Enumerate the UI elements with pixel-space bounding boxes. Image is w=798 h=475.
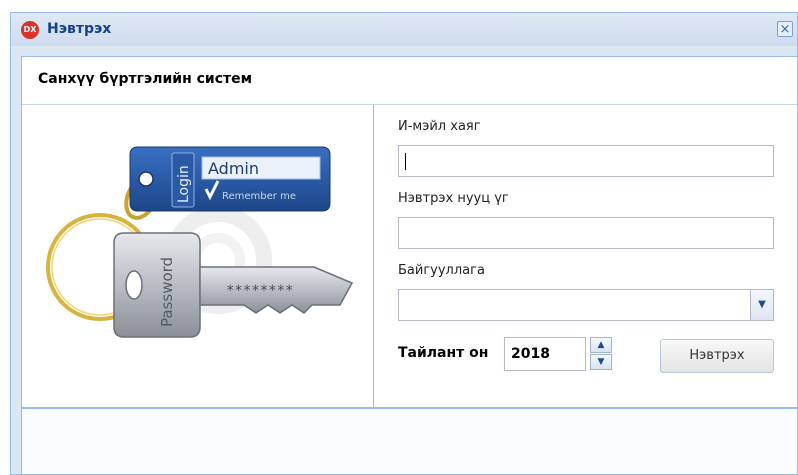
- login-tag-vertical-text: Login: [176, 165, 192, 203]
- chevron-down-icon: ▼: [597, 357, 605, 367]
- year-field[interactable]: 2018: [504, 337, 586, 371]
- year-value: 2018: [511, 346, 550, 362]
- system-title: Санхүү бүртгэлийн систем: [38, 71, 253, 87]
- year-spinner[interactable]: ▲ ▼: [590, 337, 612, 371]
- year-increment-button[interactable]: ▲: [590, 337, 612, 353]
- organization-dropdown-trigger[interactable]: ▼: [750, 290, 773, 320]
- dialog-body: Санхүү бүртгэлийн систем Login Admin Rem…: [21, 56, 797, 474]
- password-field[interactable]: [398, 217, 774, 249]
- chevron-down-icon: ▼: [758, 299, 766, 310]
- key-vertical-text: Password: [158, 257, 176, 327]
- login-tag-remember: Remember me: [222, 191, 296, 202]
- organization-label: Байгууллага: [398, 263, 485, 278]
- window-title: Нэвтрэх: [47, 21, 112, 37]
- email-field[interactable]: [398, 145, 774, 177]
- text-caret: [405, 153, 406, 170]
- dialog-footer: [22, 407, 797, 474]
- key-mask-text: ********: [226, 283, 293, 299]
- year-decrement-button[interactable]: ▼: [590, 354, 612, 370]
- organization-select[interactable]: ▼: [398, 289, 774, 321]
- login-window: DX Нэвтрэх × Санхүү бүртгэлийн систем Lo…: [10, 12, 798, 475]
- email-label: И-мэйл хаяг: [398, 119, 481, 134]
- app-logo-icon: DX: [21, 21, 39, 39]
- window-titlebar[interactable]: DX Нэвтрэх ×: [11, 13, 797, 46]
- year-label: Тайлант он: [398, 345, 489, 361]
- login-button[interactable]: Нэвтрэх: [660, 339, 774, 373]
- close-button[interactable]: ×: [777, 21, 793, 37]
- login-form: И-мэйл хаяг Нэвтрэх нууц үг Байгууллага …: [374, 105, 797, 407]
- close-icon: ×: [779, 22, 791, 37]
- login-illustration-pane: Login Admin Remember me Password *******…: [22, 105, 374, 407]
- chevron-up-icon: ▲: [597, 340, 605, 350]
- login-tag: Login Admin Remember me: [129, 146, 331, 212]
- password-label: Нэвтрэх нууц үг: [398, 191, 509, 206]
- system-header: Санхүү бүртгэлийн систем: [22, 57, 797, 105]
- login-tag-username: Admin: [208, 159, 259, 178]
- login-key-illustration: Login Admin Remember me Password *******…: [46, 146, 354, 338]
